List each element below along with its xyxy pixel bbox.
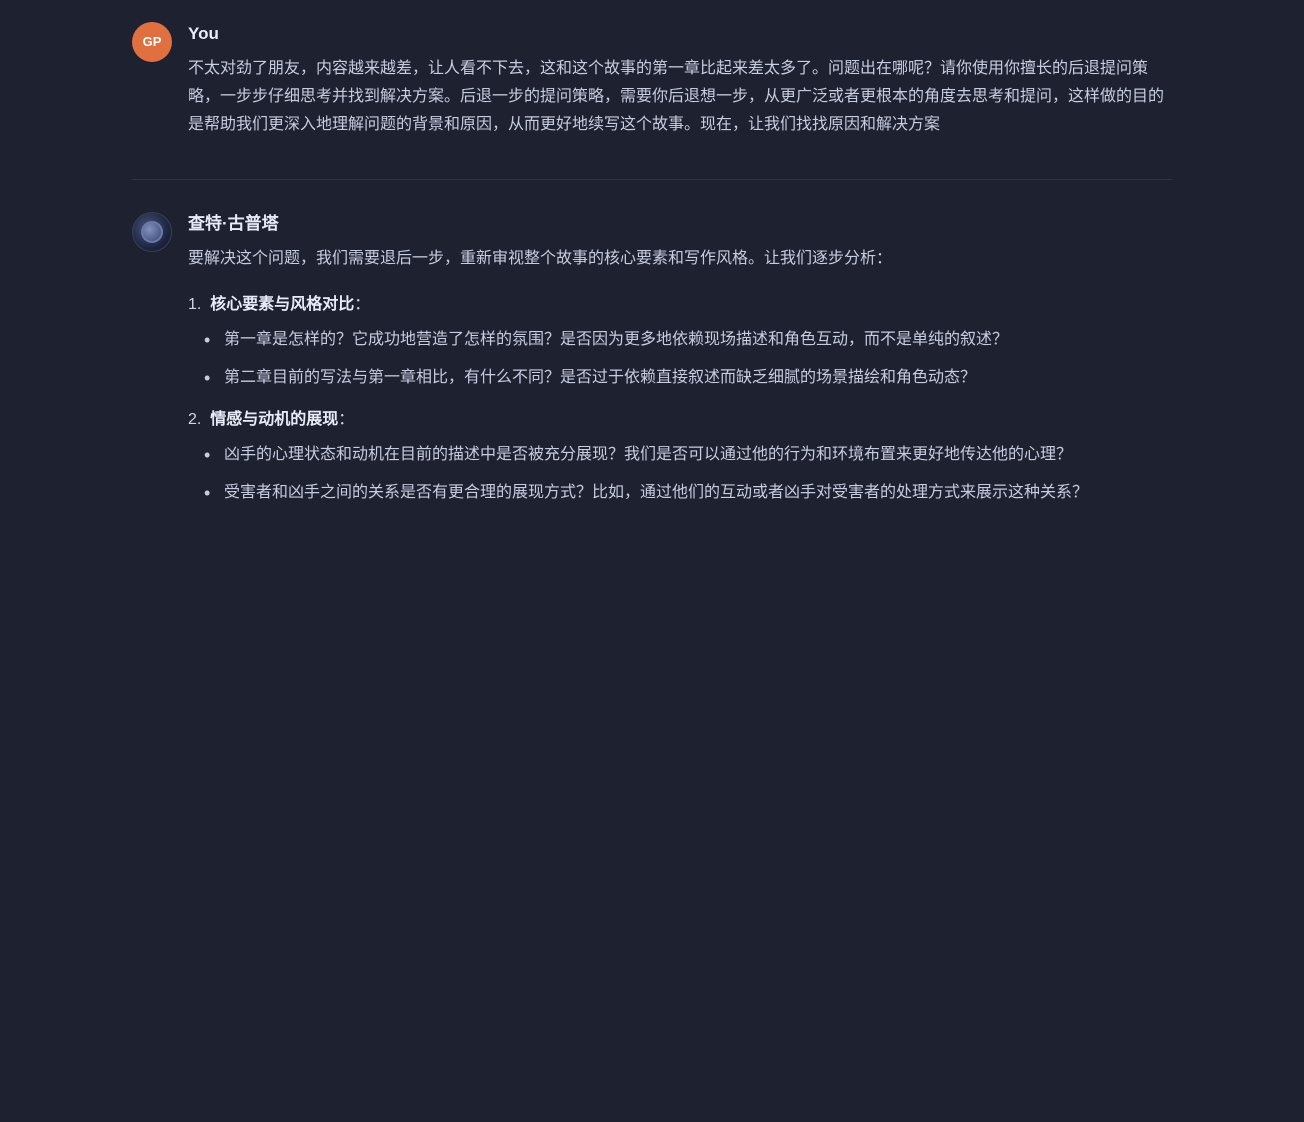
section-number-1: 1.: [188, 296, 201, 313]
bot-message-content: 查特·古普塔 要解决这个问题，我们需要退后一步，重新审视整个故事的核心要素和写作…: [188, 210, 1172, 521]
bot-intro: 要解决这个问题，我们需要退后一步，重新审视整个故事的核心要素和写作风格。让我们逐…: [188, 245, 1172, 273]
bot-message-block: 查特·古普塔 要解决这个问题，我们需要退后一步，重新审视整个故事的核心要素和写作…: [132, 210, 1172, 521]
bullet-item-2-1: 凶手的心理状态和动机在目前的描述中是否被充分展现？我们是否可以通过他的行为和环境…: [204, 441, 1172, 469]
bullet-list-1: 第一章是怎样的？它成功地营造了怎样的氛围？是否因为更多地依赖现场描述和角色互动，…: [204, 326, 1172, 392]
section-item-2: 2. 情感与动机的展现： 凶手的心理状态和动机在目前的描述中是否被充分展现？我们…: [188, 406, 1172, 507]
user-message-content: You 不太对劲了朋友，内容越来越差，让人看不下去，这和这个故事的第一章比起来差…: [188, 20, 1172, 139]
bot-sections-list: 1. 核心要素与风格对比： 第一章是怎样的？它成功地营造了怎样的氛围？是否因为更…: [188, 291, 1172, 507]
section-header-1: 1. 核心要素与风格对比：: [188, 291, 1172, 318]
section-header-2: 2. 情感与动机的展现：: [188, 406, 1172, 433]
user-avatar-initials: GP: [143, 31, 162, 53]
bullet-list-2: 凶手的心理状态和动机在目前的描述中是否被充分展现？我们是否可以通过他的行为和环境…: [204, 441, 1172, 507]
bullet-item-1-1: 第一章是怎样的？它成功地营造了怎样的氛围？是否因为更多地依赖现场描述和角色互动，…: [204, 326, 1172, 354]
bot-avatar-inner: [133, 212, 171, 252]
section-title-1: 核心要素与风格对比: [210, 296, 354, 313]
section-title-2: 情感与动机的展现: [210, 411, 338, 428]
bot-avatar: [132, 212, 172, 252]
bullet-item-2-2: 受害者和凶手之间的关系是否有更合理的展现方式？比如，通过他们的互动或者凶手对受害…: [204, 479, 1172, 507]
section-number-2: 2.: [188, 411, 201, 428]
message-divider: [132, 179, 1172, 180]
user-message-text: 不太对劲了朋友，内容越来越差，让人看不下去，这和这个故事的第一章比起来差太多了。…: [188, 55, 1172, 139]
bot-name: 查特·古普塔: [188, 210, 1172, 239]
user-name: You: [188, 20, 1172, 49]
user-avatar: GP: [132, 22, 172, 62]
section-item-1: 1. 核心要素与风格对比： 第一章是怎样的？它成功地营造了怎样的氛围？是否因为更…: [188, 291, 1172, 392]
bullet-item-1-2: 第二章目前的写法与第一章相比，有什么不同？是否过于依赖直接叙述而缺乏细腻的场景描…: [204, 364, 1172, 392]
chat-container: GP You 不太对劲了朋友，内容越来越差，让人看不下去，这和这个故事的第一章比…: [102, 0, 1202, 581]
user-message-block: GP You 不太对劲了朋友，内容越来越差，让人看不下去，这和这个故事的第一章比…: [132, 20, 1172, 139]
